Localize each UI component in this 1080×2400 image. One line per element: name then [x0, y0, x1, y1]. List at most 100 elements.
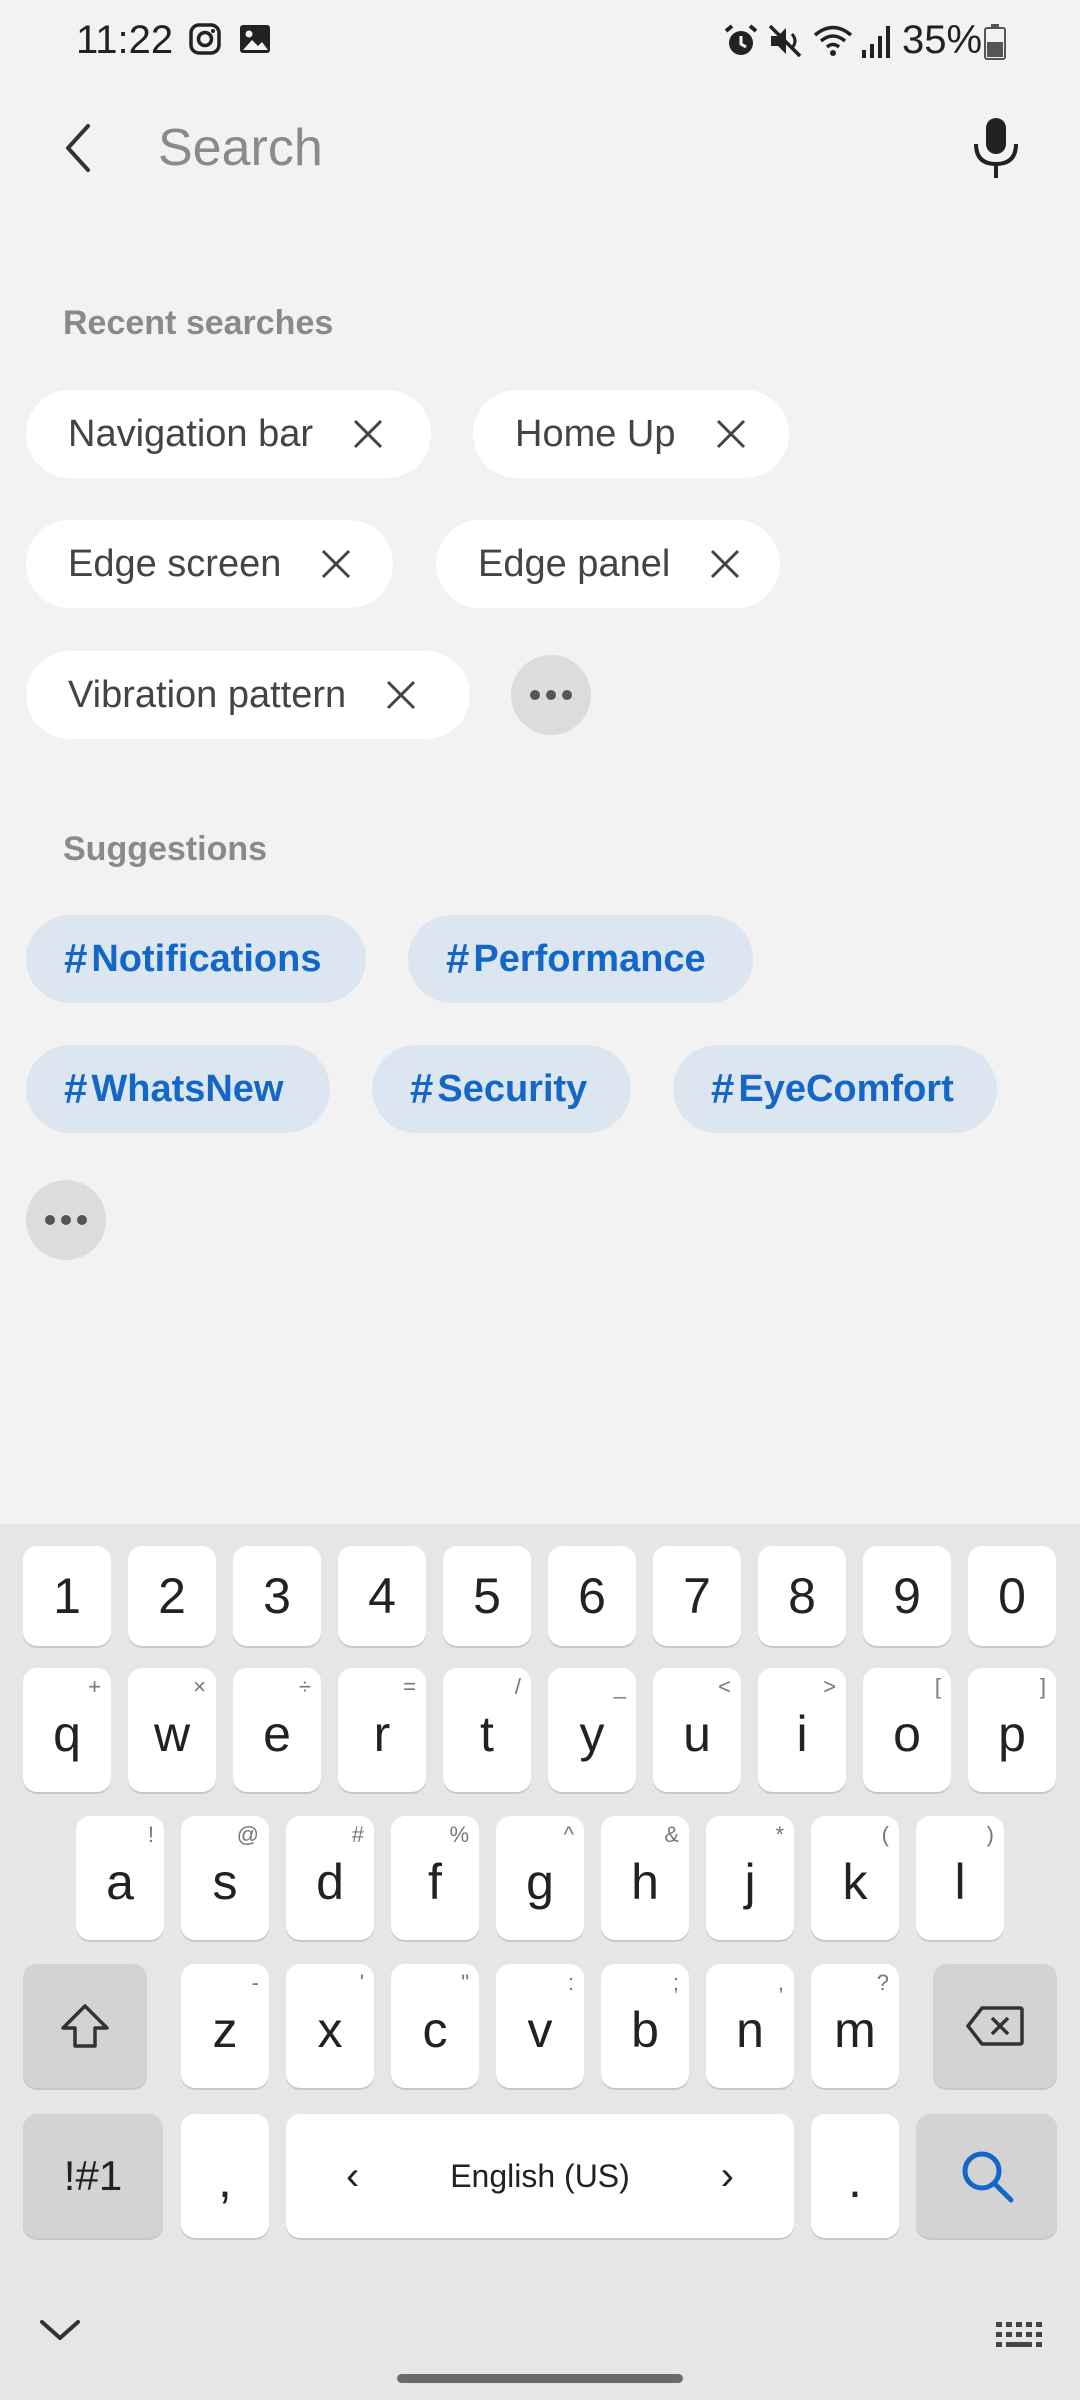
recent-search-label: Home Up — [515, 412, 676, 455]
keyboard-switch-button[interactable] — [994, 2318, 1048, 2352]
chevron-down-icon — [40, 2320, 80, 2340]
search-icon — [962, 2151, 1013, 2203]
keyboard-icon — [996, 2322, 1042, 2347]
period-key[interactable]: . — [811, 2114, 899, 2238]
recent-search-chip[interactable]: Home Up — [473, 390, 789, 478]
key-i[interactable]: > i — [758, 1668, 846, 1792]
key-c[interactable]: " c — [391, 1964, 479, 2088]
hide-keyboard-button[interactable] — [34, 2308, 86, 2352]
hashtag-icon: # — [64, 935, 88, 982]
microphone-icon — [974, 118, 1018, 178]
suggestion-tag[interactable]: # WhatsNew — [26, 1045, 330, 1133]
recent-search-chip[interactable]: Navigation bar — [26, 390, 431, 478]
key-b[interactable]: ; b — [601, 1964, 689, 2088]
remove-icon[interactable] — [714, 417, 748, 451]
recent-search-label: Vibration pattern — [68, 673, 347, 716]
key-7[interactable]: 7 — [653, 1546, 741, 1646]
wifi-icon — [812, 22, 854, 65]
remove-icon[interactable] — [384, 678, 418, 712]
suggestion-tag[interactable]: # Performance — [408, 915, 753, 1003]
key-m[interactable]: ? m — [811, 1964, 899, 2088]
hashtag-icon: # — [410, 1065, 434, 1112]
key-t[interactable]: / t — [443, 1668, 531, 1792]
backspace-icon — [966, 2006, 1024, 2046]
battery-icon — [984, 24, 1006, 65]
space-key[interactable]: ‹ English (US) › — [286, 2114, 794, 2238]
signal-icon — [860, 22, 894, 65]
key-r[interactable]: = r — [338, 1668, 426, 1792]
key-j[interactable]: * j — [706, 1816, 794, 1940]
more-suggestions-button[interactable] — [26, 1180, 106, 1260]
chevron-right-icon: › — [720, 2153, 734, 2198]
key-q[interactable]: + q — [23, 1668, 111, 1792]
recent-search-label: Edge screen — [68, 542, 282, 585]
backspace-key[interactable] — [933, 1964, 1057, 2088]
key-w[interactable]: × w — [128, 1668, 216, 1792]
key-d[interactable]: # d — [286, 1816, 374, 1940]
battery-percent: 35% — [902, 18, 983, 62]
key-1[interactable]: 1 — [23, 1546, 111, 1646]
back-arrow-icon — [66, 124, 90, 172]
shift-arrow-icon — [61, 2004, 109, 2048]
suggestion-tag[interactable]: # Notifications — [26, 915, 366, 1003]
hashtag-icon: # — [64, 1065, 88, 1112]
key-u[interactable]: < u — [653, 1668, 741, 1792]
key-2[interactable]: 2 — [128, 1546, 216, 1646]
recent-search-label: Edge panel — [478, 542, 671, 585]
key-v[interactable]: :v — [496, 1964, 584, 2088]
instagram-icon — [188, 22, 222, 61]
key-8[interactable]: 8 — [758, 1546, 846, 1646]
more-recent-button[interactable] — [511, 655, 591, 735]
key-l[interactable]: ) l — [916, 1816, 1004, 1940]
recent-search-chip[interactable]: Edge panel — [436, 520, 780, 608]
gallery-icon — [238, 22, 272, 61]
recent-search-chip[interactable]: Vibration pattern — [26, 651, 470, 739]
key-a[interactable]: ! a — [76, 1816, 164, 1940]
more-horizontal-icon — [530, 690, 572, 700]
key-n[interactable]: ,n — [706, 1964, 794, 2088]
key-3[interactable]: 3 — [233, 1546, 321, 1646]
key-6[interactable]: 6 — [548, 1546, 636, 1646]
search-key[interactable] — [916, 2114, 1057, 2238]
key-e[interactable]: ÷ e — [233, 1668, 321, 1792]
comma-key[interactable]: , — [181, 2114, 269, 2238]
symbols-key[interactable]: !#1 — [23, 2114, 163, 2238]
status-time: 11:22 — [76, 18, 174, 62]
recent-searches-title: Recent searches — [63, 304, 334, 342]
remove-icon[interactable] — [319, 547, 353, 581]
key-g[interactable]: ^ g — [496, 1816, 584, 1940]
suggestion-label: Notifications — [91, 937, 322, 980]
key-x[interactable]: ' x — [286, 1964, 374, 2088]
key-z[interactable]: -z — [181, 1964, 269, 2088]
key-0[interactable]: 0 — [968, 1546, 1056, 1646]
hashtag-icon: # — [711, 1065, 735, 1112]
suggestion-label: EyeComfort — [738, 1067, 954, 1110]
key-h[interactable]: & h — [601, 1816, 689, 1940]
key-y[interactable]: _ y — [548, 1668, 636, 1792]
key-p[interactable]: ] p — [968, 1668, 1056, 1792]
search-input[interactable] — [158, 118, 918, 178]
remove-icon[interactable] — [351, 417, 385, 451]
more-horizontal-icon — [45, 1215, 87, 1225]
key-4[interactable]: 4 — [338, 1546, 426, 1646]
key-f[interactable]: % f — [391, 1816, 479, 1940]
keyboard: 1 2 3 4 5 6 7 8 9 0 + q × w ÷ e = r / t _ y < u… — [0, 1524, 1080, 2400]
mute-icon — [766, 22, 804, 65]
key-9[interactable]: 9 — [863, 1546, 951, 1646]
key-o[interactable]: [o — [863, 1668, 951, 1792]
key-5[interactable]: 5 — [443, 1546, 531, 1646]
remove-icon[interactable] — [708, 547, 742, 581]
recent-search-label: Navigation bar — [68, 412, 314, 455]
key-k[interactable]: (k — [811, 1816, 899, 1940]
back-button[interactable] — [50, 116, 114, 180]
suggestion-label: Performance — [473, 937, 706, 980]
voice-search-button[interactable] — [964, 114, 1028, 184]
suggestions-title: Suggestions — [63, 830, 268, 868]
shift-key[interactable] — [23, 1964, 147, 2088]
hashtag-icon: # — [446, 935, 470, 982]
search-bar — [0, 88, 1080, 208]
suggestion-tag[interactable]: # EyeComfort — [673, 1045, 997, 1133]
recent-search-chip[interactable]: Edge screen — [26, 520, 393, 608]
key-s[interactable]: @ s — [181, 1816, 269, 1940]
suggestion-tag[interactable]: # Security — [372, 1045, 631, 1133]
